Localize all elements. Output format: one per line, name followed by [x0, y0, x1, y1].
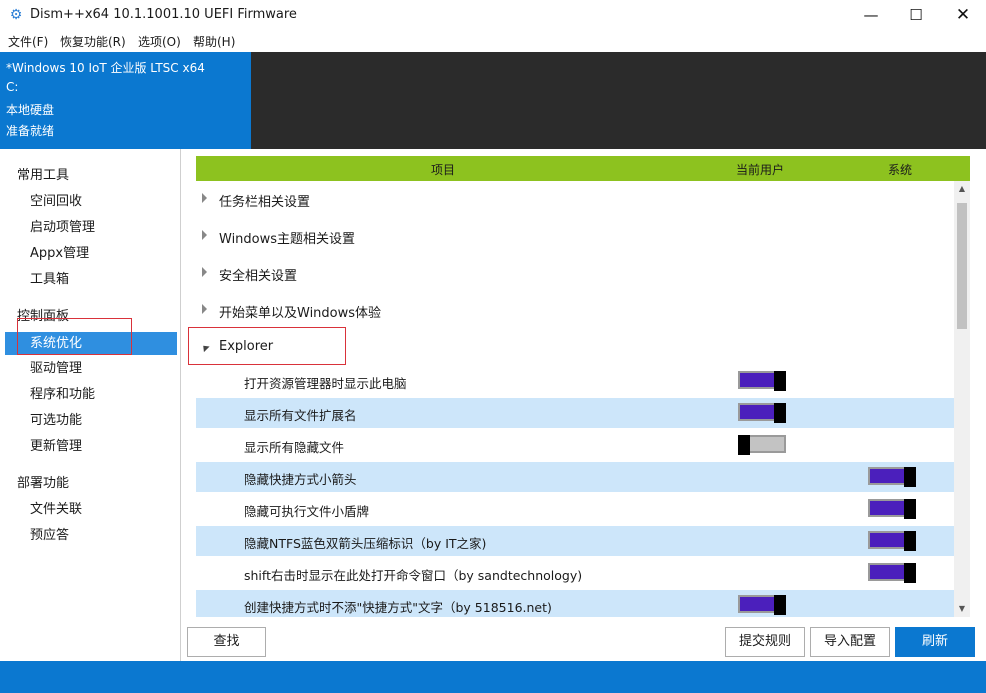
- option-row: shift右击时显示在此处打开命令窗口（by sandtechnology): [196, 558, 954, 588]
- option-row: 显示所有隐藏文件: [196, 430, 954, 460]
- sidebar-item-startup[interactable]: 启动项管理: [5, 216, 177, 239]
- sidebar-item-answer-file[interactable]: 预应答: [5, 524, 177, 547]
- sidebar-item-toolbox[interactable]: 工具箱: [5, 268, 177, 291]
- sidebar-group-common-tools: 常用工具: [17, 168, 70, 183]
- toggle-switch-system[interactable]: [868, 467, 916, 487]
- toggle-switch-system[interactable]: [868, 499, 916, 519]
- sidebar-item-drivers[interactable]: 驱动管理: [5, 357, 177, 380]
- column-header-current-user[interactable]: 当前用户: [736, 161, 784, 178]
- sidebar-item-updates[interactable]: 更新管理: [5, 435, 177, 458]
- option-row: 隐藏可执行文件小盾牌: [196, 494, 954, 524]
- window-title: Dism++x64 10.1.1001.10 UEFI Firmware: [30, 7, 297, 22]
- toggle-switch-user[interactable]: [738, 435, 786, 455]
- table-header: 项目 当前用户 系统: [196, 156, 970, 181]
- annotation-highlight-box: [188, 327, 346, 365]
- option-row: 显示所有文件扩展名: [196, 398, 954, 428]
- sidebar-item-file-assoc[interactable]: 文件关联: [5, 498, 177, 521]
- image-name: *Windows 10 IoT 企业版 LTSC x64: [6, 61, 205, 75]
- maximize-button[interactable]: ☐: [893, 0, 939, 31]
- category-label: 任务栏相关设置: [219, 195, 311, 210]
- sidebar-item-space-cleanup[interactable]: 空间回收: [5, 190, 177, 213]
- option-label: 隐藏可执行文件小盾牌: [244, 504, 370, 519]
- optimization-list: 任务栏相关设置 Windows主题相关设置 安全相关设置 开始菜单以及Windo…: [196, 181, 954, 617]
- category-label: 安全相关设置: [219, 269, 298, 284]
- scroll-down-arrow-icon[interactable]: ▼: [954, 601, 970, 617]
- menu-bar: 文件(F) 恢复功能(R) 选项(O) 帮助(H): [0, 31, 986, 51]
- expand-arrow-icon[interactable]: [202, 304, 207, 314]
- toggle-switch-user[interactable]: [738, 403, 786, 423]
- option-row: 打开资源管理器时显示此电脑: [196, 366, 954, 396]
- vertical-scrollbar[interactable]: ▲ ▼: [954, 181, 970, 617]
- image-info-panel[interactable]: *Windows 10 IoT 企业版 LTSC x64 C: 本地硬盘 准备就…: [0, 52, 251, 149]
- image-drive: C:: [6, 80, 19, 94]
- option-label: 隐藏NTFS蓝色双箭头压缩标识（by IT之家): [244, 536, 487, 551]
- submit-rules-button[interactable]: 提交规则: [725, 627, 805, 657]
- menu-help[interactable]: 帮助(H): [193, 33, 235, 50]
- expand-arrow-icon[interactable]: [202, 193, 207, 203]
- status-bar: [0, 661, 986, 693]
- sidebar-group-deploy: 部署功能: [17, 476, 70, 491]
- option-row: 创建快捷方式时不添"快捷方式"文字（by 518516.net): [196, 590, 954, 617]
- sidebar-item-optional-features[interactable]: 可选功能: [5, 409, 177, 432]
- option-label: 创建快捷方式时不添"快捷方式"文字（by 518516.net): [244, 600, 552, 615]
- category-label: Windows主题相关设置: [219, 232, 356, 247]
- category-row[interactable]: 任务栏相关设置: [196, 181, 954, 217]
- category-row[interactable]: Windows主题相关设置: [196, 218, 954, 254]
- option-row: 隐藏快捷方式小箭头: [196, 462, 954, 492]
- column-header-item[interactable]: 项目: [431, 161, 455, 178]
- expand-arrow-icon[interactable]: [202, 267, 207, 277]
- title-bar: ⚙ Dism++x64 10.1.1001.10 UEFI Firmware —…: [0, 0, 986, 31]
- toggle-switch-system[interactable]: [868, 563, 916, 583]
- option-label: 打开资源管理器时显示此电脑: [244, 376, 407, 391]
- refresh-button[interactable]: 刷新: [895, 627, 975, 657]
- image-disk-type: 本地硬盘: [6, 103, 55, 117]
- sidebar: 常用工具 空间回收 启动项管理 Appx管理 工具箱 控制面板 系统优化 驱动管…: [0, 149, 181, 661]
- gear-icon: ⚙: [9, 7, 23, 23]
- menu-file[interactable]: 文件(F): [8, 33, 48, 50]
- close-button[interactable]: ✕: [940, 0, 986, 31]
- option-label: 隐藏快捷方式小箭头: [244, 472, 357, 487]
- column-header-system[interactable]: 系统: [888, 161, 912, 178]
- expand-arrow-icon[interactable]: [202, 230, 207, 240]
- minimize-button[interactable]: —: [848, 0, 894, 31]
- image-status: 准备就绪: [6, 124, 55, 138]
- menu-restore[interactable]: 恢复功能(R): [60, 33, 126, 50]
- find-button[interactable]: 查找: [187, 627, 266, 657]
- scrollbar-thumb[interactable]: [957, 203, 967, 329]
- option-label: 显示所有文件扩展名: [244, 408, 357, 423]
- category-row[interactable]: 开始菜单以及Windows体验: [196, 292, 954, 328]
- toggle-switch-user[interactable]: [738, 595, 786, 615]
- option-label: 显示所有隐藏文件: [244, 440, 345, 455]
- annotation-highlight-box: [17, 318, 132, 355]
- menu-options[interactable]: 选项(O): [138, 33, 181, 50]
- sidebar-item-programs[interactable]: 程序和功能: [5, 383, 177, 406]
- option-row: 隐藏NTFS蓝色双箭头压缩标识（by IT之家): [196, 526, 954, 556]
- category-label: 开始菜单以及Windows体验: [219, 306, 382, 321]
- toggle-switch-system[interactable]: [868, 531, 916, 551]
- image-list-panel: [251, 52, 986, 149]
- import-config-button[interactable]: 导入配置: [810, 627, 890, 657]
- sidebar-item-appx[interactable]: Appx管理: [5, 242, 177, 265]
- option-label: shift右击时显示在此处打开命令窗口（by sandtechnology): [244, 568, 583, 583]
- scroll-up-arrow-icon[interactable]: ▲: [954, 181, 970, 197]
- toggle-switch-user[interactable]: [738, 371, 786, 391]
- category-row[interactable]: 安全相关设置: [196, 255, 954, 291]
